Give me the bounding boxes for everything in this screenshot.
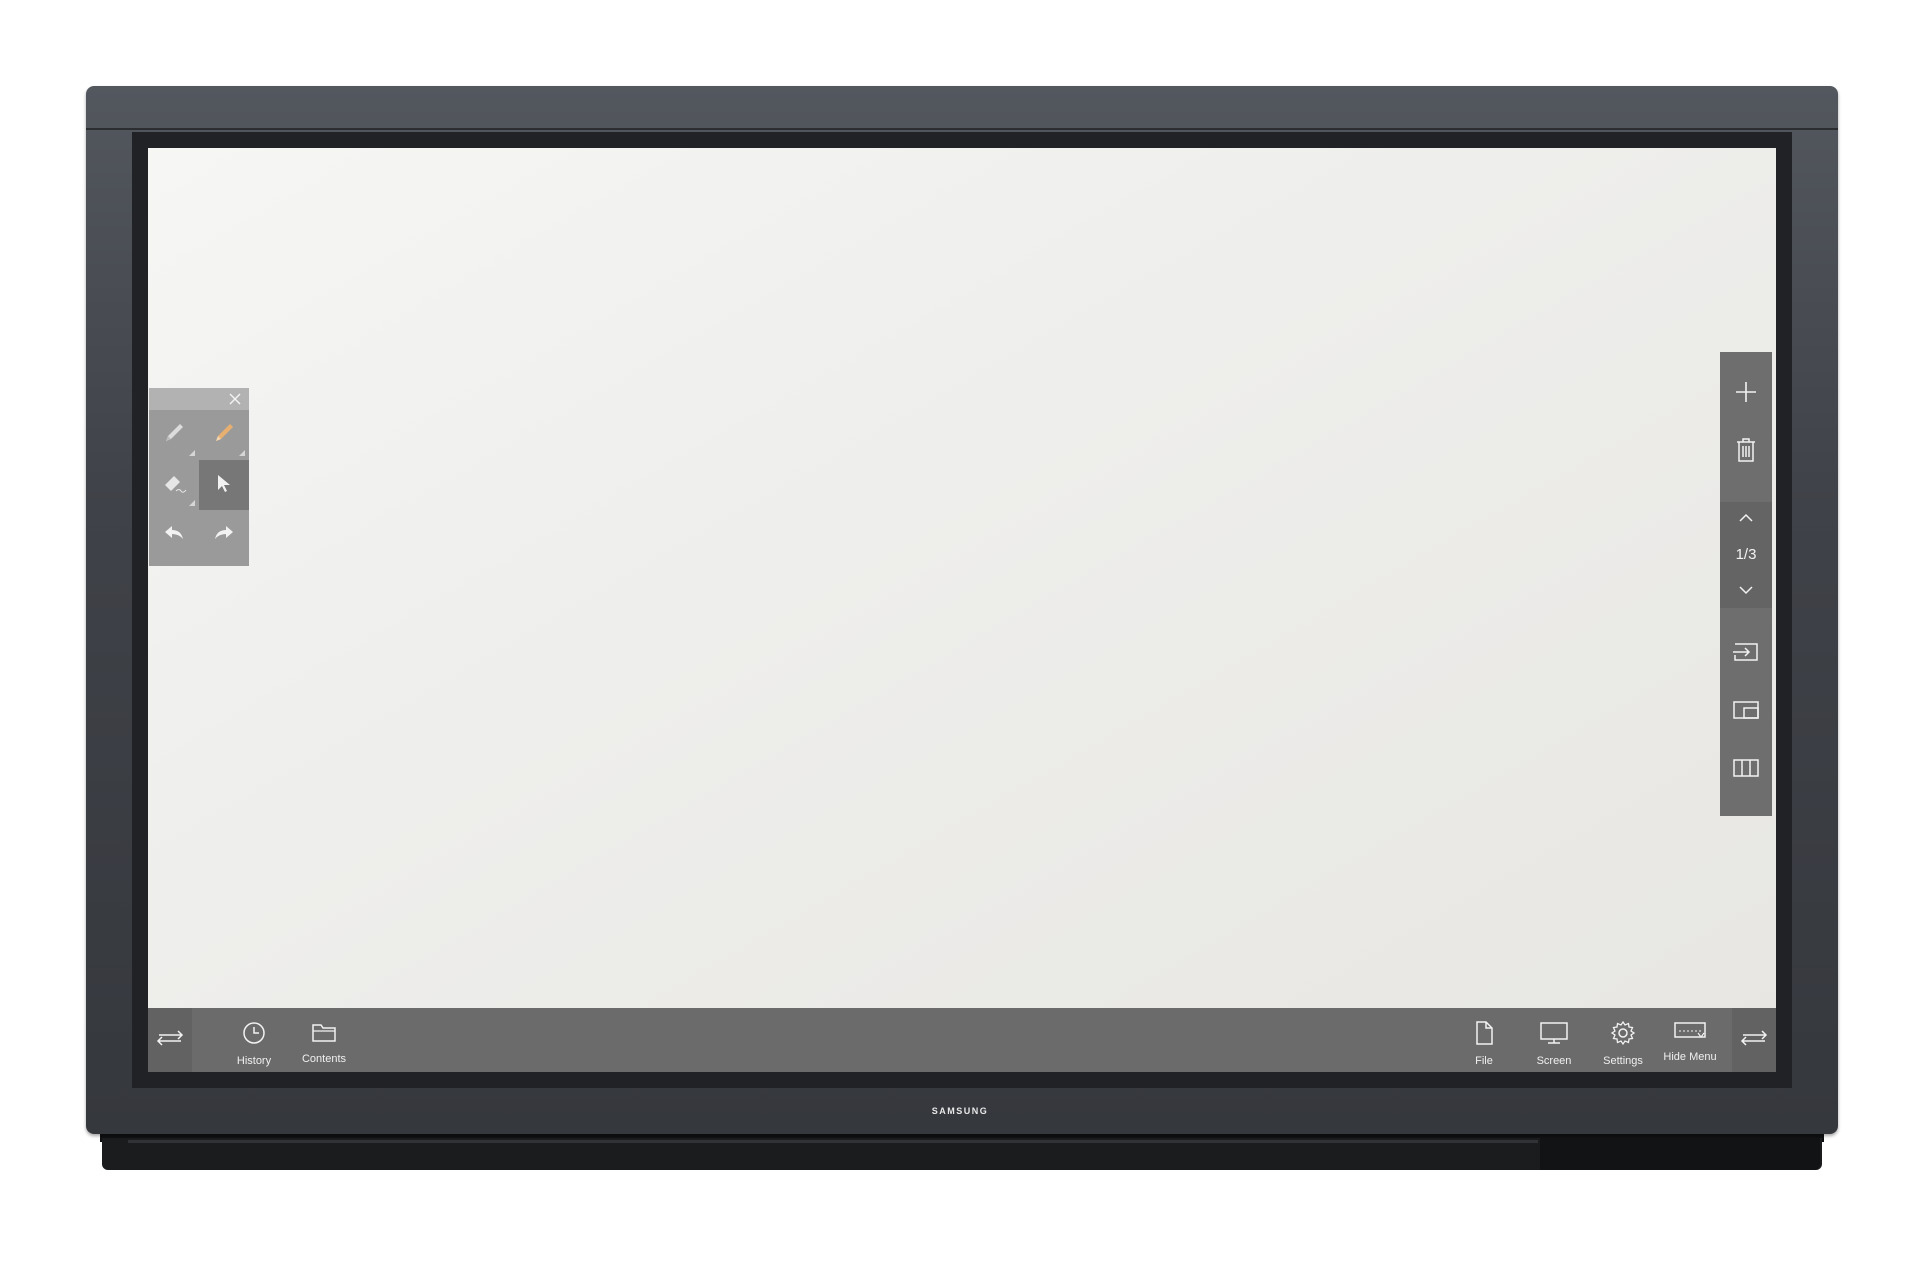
- eraser-tool[interactable]: [149, 460, 199, 510]
- swap-arrows-icon: [1739, 1028, 1769, 1053]
- stand-control-panel: [1540, 1138, 1820, 1170]
- screen-label: Screen: [1536, 1055, 1572, 1067]
- file-icon: [1472, 1008, 1496, 1051]
- plus-icon: [1734, 380, 1758, 409]
- redo-icon: [211, 520, 237, 551]
- split-view-icon: [1731, 757, 1761, 784]
- contents-button[interactable]: Contents: [292, 1008, 356, 1072]
- page-sidebar: 1/3: [1720, 352, 1772, 816]
- highlighter-icon: [210, 419, 238, 452]
- page-navigator: 1/3: [1720, 502, 1772, 608]
- file-label: File: [1475, 1055, 1493, 1067]
- delete-page-button[interactable]: [1720, 426, 1772, 478]
- whiteboard-canvas[interactable]: 1/3 History Contents File Screen Setting…: [148, 148, 1776, 1072]
- toolbox-header: [149, 388, 249, 410]
- contents-label: Contents: [301, 1053, 347, 1065]
- picture-in-picture-icon: [1731, 699, 1761, 726]
- select-pointer-icon: [212, 471, 236, 500]
- swap-menu-right-button[interactable]: [1732, 1008, 1776, 1072]
- swap-arrows-icon: [155, 1028, 185, 1053]
- swap-menu-left-button[interactable]: [148, 1008, 192, 1072]
- split-view-button[interactable]: [1720, 744, 1772, 796]
- bezel-divider: [86, 128, 1838, 130]
- monitor-icon: [1539, 1008, 1569, 1051]
- eraser-icon: [160, 469, 188, 502]
- chevron-down-icon: [1738, 582, 1754, 600]
- page-down-button[interactable]: [1720, 574, 1772, 608]
- pen-tool[interactable]: [149, 410, 199, 460]
- folder-icon: [310, 1008, 338, 1049]
- input-source-icon: [1731, 641, 1761, 668]
- highlighter-tool[interactable]: [199, 410, 249, 460]
- close-icon[interactable]: [228, 392, 242, 411]
- file-button[interactable]: File: [1462, 1008, 1506, 1072]
- chevron-up-icon: [1738, 510, 1754, 528]
- undo-icon: [161, 520, 187, 551]
- hide-menu-label: Hide Menu: [1663, 1051, 1717, 1063]
- page-indicator: 1/3: [1735, 546, 1757, 563]
- redo-button[interactable]: [199, 510, 249, 560]
- history-clock-icon: [241, 1008, 267, 1051]
- bottom-menu-bar: History Contents File Screen Settings Hi…: [148, 1008, 1776, 1072]
- stand-stripe: [128, 1140, 1538, 1143]
- settings-button[interactable]: Settings: [1594, 1008, 1652, 1072]
- picture-in-picture-button[interactable]: [1720, 686, 1772, 738]
- select-tool[interactable]: [199, 460, 249, 510]
- gear-icon: [1610, 1008, 1636, 1051]
- screen-button[interactable]: Screen: [1526, 1008, 1582, 1072]
- history-label: History: [236, 1055, 272, 1067]
- pen-icon: [160, 419, 188, 452]
- history-button[interactable]: History: [226, 1008, 282, 1072]
- input-source-button[interactable]: [1720, 628, 1772, 680]
- brand-logo: SAMSUNG: [931, 1106, 989, 1116]
- trash-icon: [1734, 437, 1758, 468]
- add-page-button[interactable]: [1720, 368, 1772, 420]
- page-up-button[interactable]: [1720, 502, 1772, 536]
- hide-menu-icon: [1673, 1008, 1707, 1047]
- drawing-toolbox: [149, 388, 249, 566]
- hide-menu-button[interactable]: Hide Menu: [1658, 1008, 1722, 1072]
- settings-label: Settings: [1603, 1055, 1643, 1067]
- undo-button[interactable]: [149, 510, 199, 560]
